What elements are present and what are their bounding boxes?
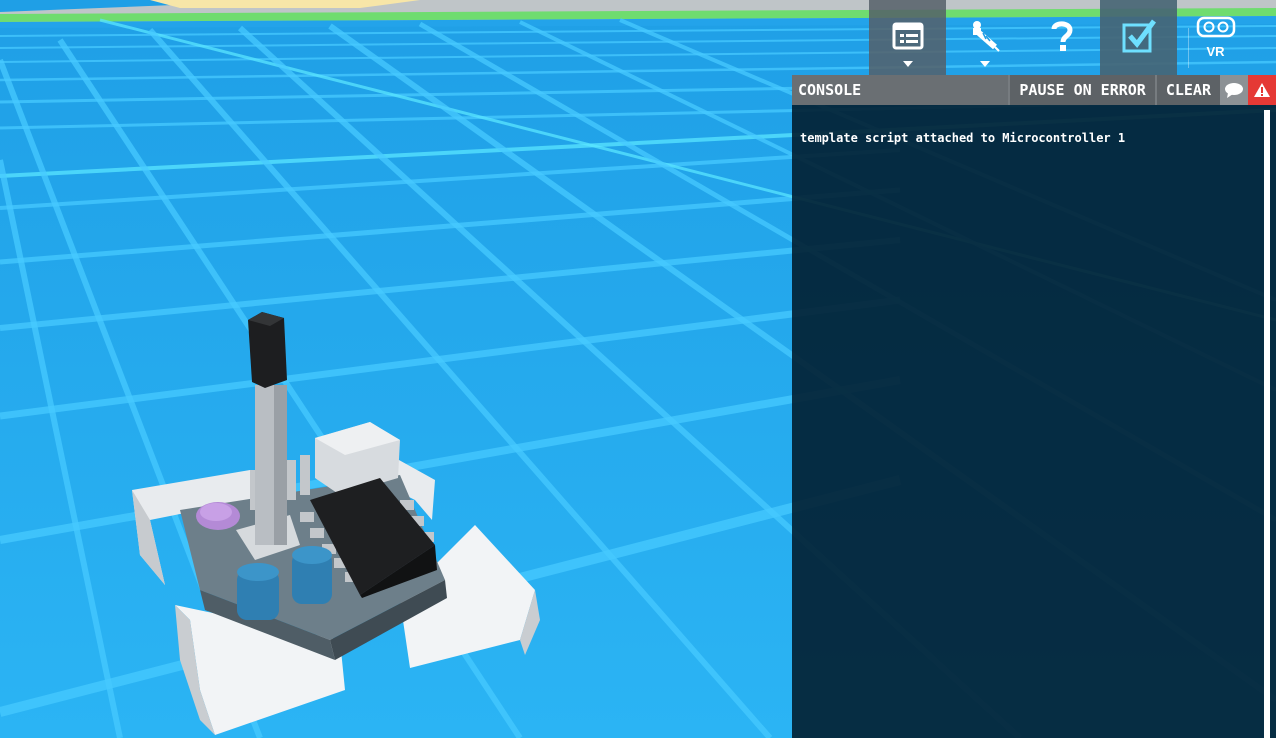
message-filter-button[interactable] <box>1220 75 1248 105</box>
warning-icon <box>1254 83 1270 97</box>
console-title: CONSOLE <box>798 81 862 99</box>
speech-bubble-icon <box>1225 83 1243 98</box>
console-icon <box>892 22 924 54</box>
pause-on-error-button[interactable]: PAUSE ON ERROR <box>1008 75 1155 105</box>
help-button[interactable] <box>1023 0 1100 75</box>
checkbox-icon <box>1121 18 1157 58</box>
vr-headset-icon <box>1196 16 1236 42</box>
checklist-button[interactable] <box>1100 0 1177 75</box>
probe-icon <box>969 19 1001 57</box>
console-toggle-button[interactable] <box>869 0 946 75</box>
log-message: template script attached to Microcontrol… <box>800 131 1126 145</box>
top-toolbar: VR <box>869 0 1254 75</box>
toolbar-divider <box>1188 28 1189 68</box>
console-header: CONSOLE PAUSE ON ERROR CLEAR <box>792 75 1276 105</box>
clear-button[interactable]: CLEAR <box>1154 75 1220 105</box>
console-panel: CONSOLE PAUSE ON ERROR CLEAR template sc… <box>792 75 1276 738</box>
chevron-down-icon <box>979 61 990 67</box>
probe-tool-button[interactable] <box>946 0 1023 75</box>
chevron-down-icon <box>902 61 913 67</box>
vr-label: VR <box>1206 44 1225 59</box>
console-scrollbar[interactable] <box>1264 110 1270 738</box>
error-filter-button[interactable] <box>1248 75 1276 105</box>
help-icon <box>1050 20 1074 56</box>
console-log[interactable]: template script attached to Microcontrol… <box>792 105 1262 738</box>
